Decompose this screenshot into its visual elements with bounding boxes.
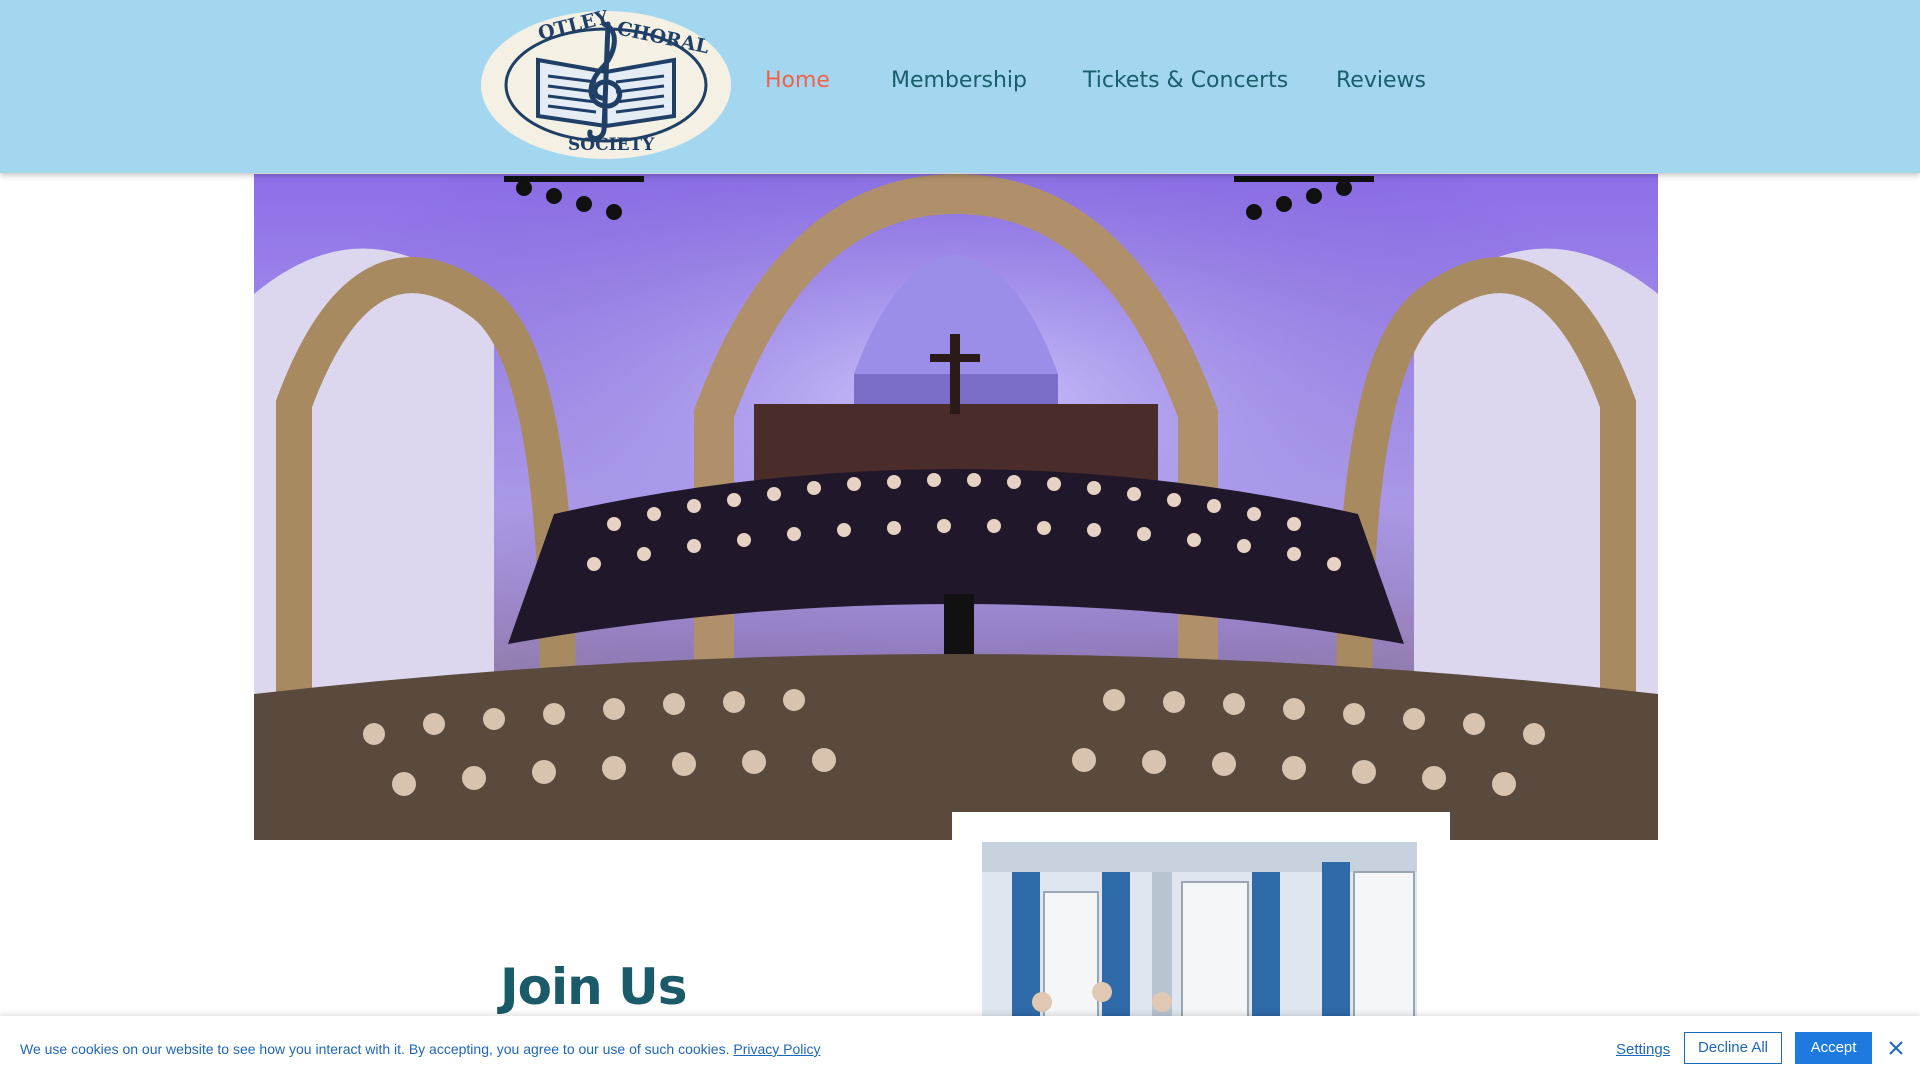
choir-concert-photo xyxy=(254,174,1658,840)
nav-reviews[interactable]: Reviews xyxy=(1336,68,1426,93)
accept-button[interactable]: Accept xyxy=(1795,1032,1872,1064)
hero-image xyxy=(254,174,1658,840)
logo-text-society: SOCIETY xyxy=(568,135,655,155)
close-icon[interactable] xyxy=(1884,1036,1908,1060)
cookie-banner: We use cookies on our website to see how… xyxy=(0,1016,1920,1080)
nav-tickets-concerts[interactable]: Tickets & Concerts xyxy=(1083,68,1288,93)
site-logo[interactable]: OTLEY CHORAL SOCIETY xyxy=(480,6,732,160)
site-header: OTLEY CHORAL SOCIETY Home Membership Tic… xyxy=(0,0,1920,173)
cookie-message-text: We use cookies on our website to see how… xyxy=(20,1041,730,1057)
cookie-settings-link[interactable]: Settings xyxy=(1616,1041,1670,1058)
join-us-heading: Join Us xyxy=(500,958,687,1016)
nav-home[interactable]: Home xyxy=(765,68,830,93)
privacy-policy-link[interactable]: Privacy Policy xyxy=(733,1041,820,1057)
nav-membership[interactable]: Membership xyxy=(891,68,1027,93)
cookie-message: We use cookies on our website to see how… xyxy=(20,1041,821,1057)
otley-choral-society-logo: OTLEY CHORAL SOCIETY xyxy=(481,6,731,159)
decline-all-button[interactable]: Decline All xyxy=(1684,1032,1782,1064)
